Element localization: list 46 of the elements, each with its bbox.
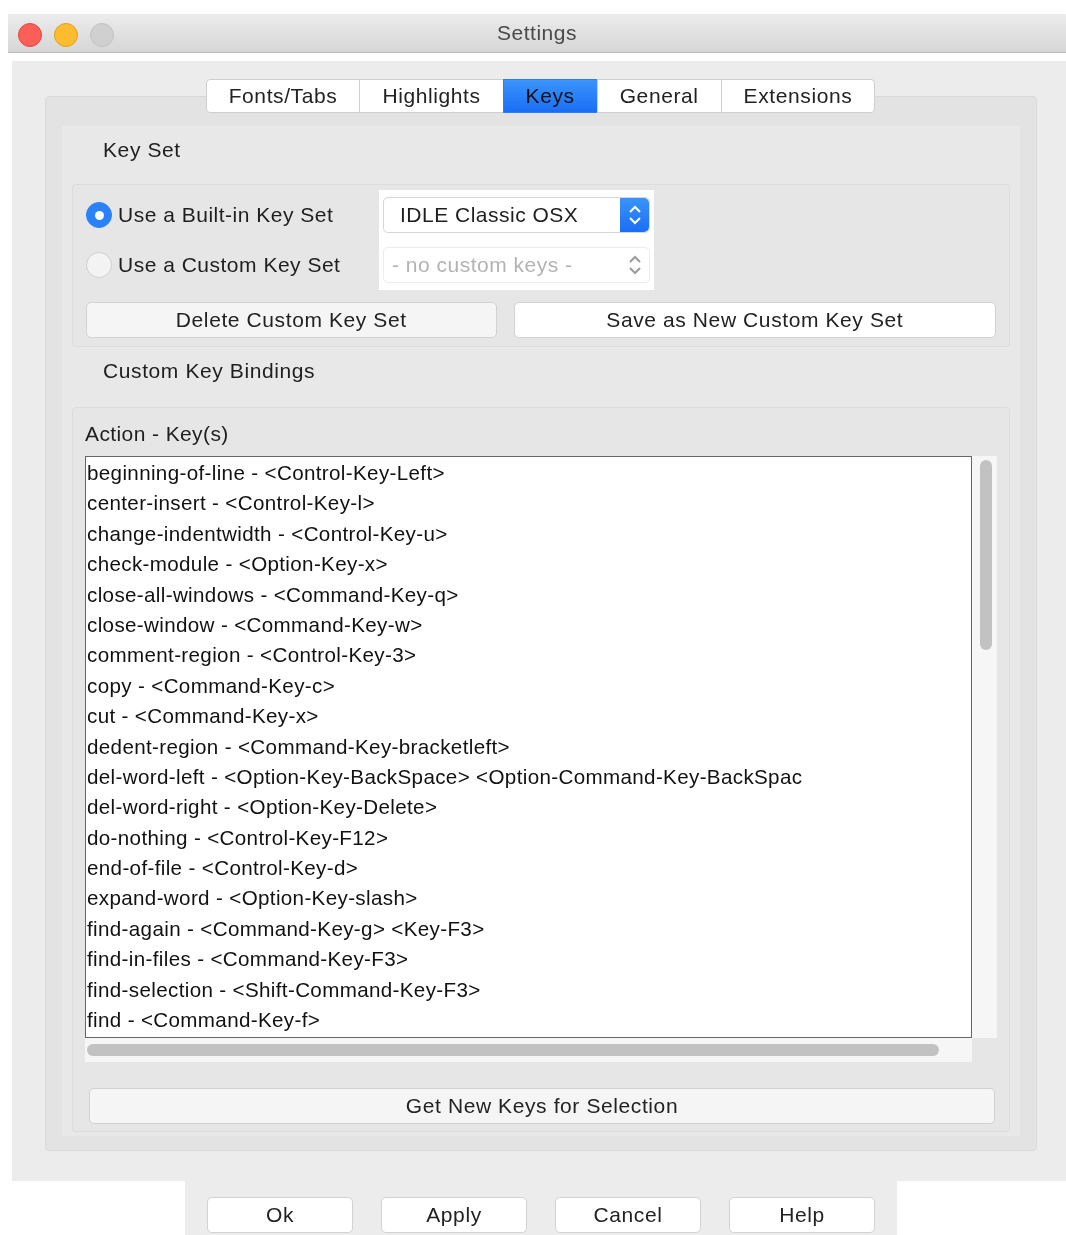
key-binding-item[interactable]: cut - <Command-Key-x>	[87, 701, 971, 732]
dialog-button[interactable]: Ok	[207, 1197, 353, 1233]
radio-button[interactable]	[86, 202, 112, 228]
key-binding-item[interactable]: find - <Command-Key-f>	[87, 1005, 971, 1036]
minimize-button[interactable]	[54, 23, 78, 47]
tab[interactable]: General	[596, 79, 722, 113]
radio-label[interactable]: Use a Built-in Key Set	[118, 203, 334, 227]
key-set-dropdown[interactable]: IDLE Classic OSX	[383, 197, 650, 233]
section-title: Key Set	[102, 137, 182, 163]
get-new-keys-button[interactable]: Get New Keys for Selection	[89, 1088, 995, 1124]
key-binding-item[interactable]: expand-word - <Option-Key-slash>	[87, 883, 971, 914]
key-binding-item[interactable]: beginning-of-line - <Control-Key-Left>	[87, 458, 971, 489]
key-binding-item[interactable]: find-in-files - <Command-Key-F3>	[87, 944, 971, 975]
tab[interactable]: Highlights	[359, 79, 504, 113]
radio-label[interactable]: Use a Custom Key Set	[118, 253, 341, 277]
dialog-button[interactable]: Cancel	[555, 1197, 701, 1233]
key-binding-item[interactable]: close-all-windows - <Command-Key-q>	[87, 579, 971, 610]
tab[interactable]: Extensions	[720, 79, 876, 113]
stepper-icon	[627, 254, 642, 276]
horizontal-scrollbar[interactable]	[85, 1043, 941, 1057]
key-binding-item[interactable]: find-again - <Command-Key-g> <Key-F3>	[87, 913, 971, 945]
key-binding-item[interactable]: del-word-left - <Option-Key-BackSpace> <Option-Command-Key-BackSpac	[87, 761, 971, 793]
key-binding-item[interactable]: change-indentwidth - <Control-Key-u>	[87, 518, 971, 550]
key-set-button[interactable]: Save as New Custom Key Set	[513, 302, 996, 338]
key-binding-item[interactable]: find-selection - <Shift-Command-Key-F3>	[87, 974, 971, 1006]
dialog-button[interactable]: Help	[729, 1197, 875, 1233]
tab[interactable]: Fonts/Tabs	[205, 79, 361, 113]
key-binding-item[interactable]: close-window - <Command-Key-w>	[87, 609, 971, 641]
radio-button[interactable]	[86, 252, 112, 278]
key-binding-item[interactable]: do-nothing - <Control-Key-F12>	[87, 822, 971, 854]
list-header: Action - Key(s)	[85, 422, 230, 447]
stepper-icon	[627, 204, 642, 226]
key-binding-item[interactable]: del-word-right - <Option-Key-Delete>	[87, 792, 971, 823]
key-binding-item[interactable]: comment-region - <Control-Key-3>	[87, 640, 971, 671]
key-set-button[interactable]: Delete Custom Key Set	[86, 302, 497, 338]
window-title: Settings	[497, 21, 577, 45]
key-binding-item[interactable]: check-module - <Option-Key-x>	[87, 549, 971, 580]
key-binding-item[interactable]: dedent-region - <Command-Key-bracketleft>	[87, 731, 971, 762]
close-button[interactable]	[18, 23, 42, 47]
zoom-button[interactable]	[90, 23, 114, 47]
dialog-button[interactable]: Apply	[381, 1197, 527, 1233]
key-binding-item[interactable]: end-of-file - <Control-Key-d>	[87, 853, 971, 884]
section-title: Custom Key Bindings	[102, 358, 317, 384]
tab[interactable]: Keys	[502, 79, 598, 113]
key-binding-item[interactable]: center-insert - <Control-Key-l>	[87, 488, 971, 519]
key-binding-item[interactable]: copy - <Command-Key-c>	[87, 670, 971, 702]
